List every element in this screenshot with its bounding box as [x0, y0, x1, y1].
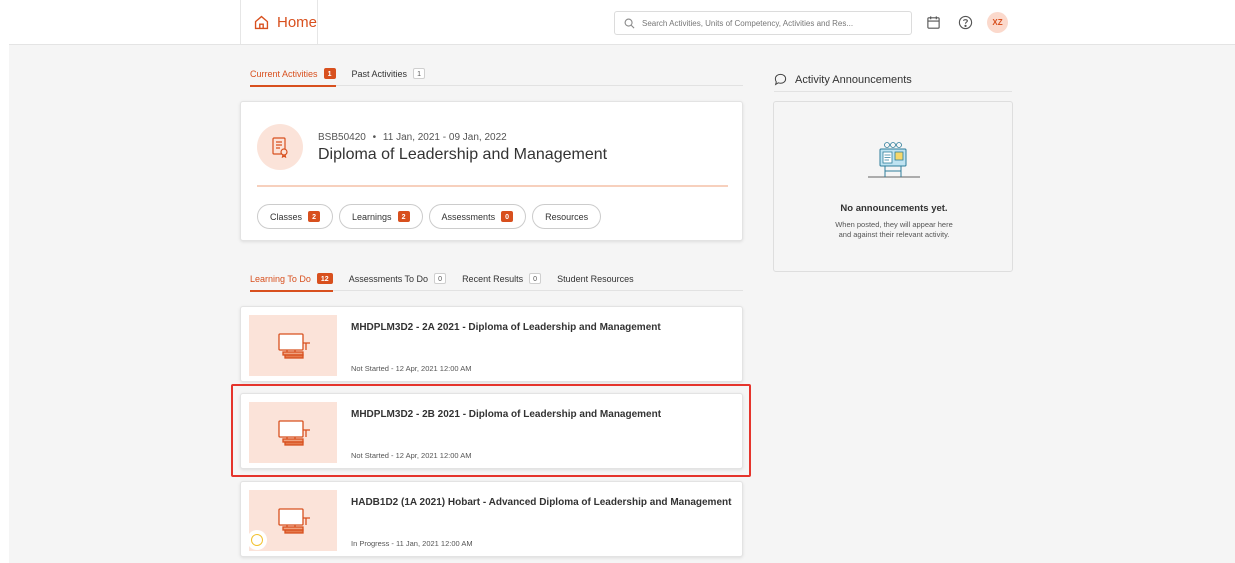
search-input[interactable]: Search Activities, Units of Competency, …	[614, 11, 912, 35]
pill-label: Resources	[545, 211, 589, 222]
count-badge: 1	[413, 68, 426, 79]
tab-learning-to-do[interactable]: Learning To Do 12	[250, 267, 333, 292]
pill-label: Assessments	[441, 211, 496, 222]
activity-title: MHDPLM3D2 - 2A 2021 - Diploma of Leaders…	[351, 322, 661, 333]
divider	[257, 185, 728, 187]
tab-label: Past Activities	[351, 68, 408, 79]
tab-label: Assessments To Do	[348, 273, 429, 284]
activity-status: In Progress - 11 Jan, 2021 12:00 AM	[351, 539, 473, 548]
tab-label: Learning To Do	[250, 273, 311, 284]
computer-books-icon	[278, 332, 310, 359]
top-bar: Home Search Activities, Units of Compete…	[0, 0, 1235, 44]
course-pills: Classes 2 Learnings 2 Assessments 0 Reso…	[257, 204, 607, 229]
tab-student-resources[interactable]: Student Resources	[557, 267, 634, 291]
count-badge: 2	[397, 211, 410, 222]
tab-assessments-to-do[interactable]: Assessments To Do 0	[348, 267, 447, 291]
count-badge: 0	[434, 273, 447, 284]
tab-label: Student Resources	[557, 273, 634, 284]
home-icon	[254, 15, 269, 29]
learnings-pill[interactable]: Learnings 2	[339, 204, 423, 229]
activity-thumbnail	[249, 315, 337, 376]
announcements-panel: No announcements yet. When posted, they …	[773, 101, 1013, 272]
tab-past-activities[interactable]: Past Activities 1	[352, 62, 426, 86]
count-badge: 1	[323, 68, 336, 79]
progress-icon	[247, 530, 267, 550]
activity-card[interactable]: MHDPLM3D2 - 2A 2021 - Diploma of Leaders…	[240, 306, 743, 382]
help-button[interactable]	[957, 14, 974, 31]
announcements-header: Activity Announcements	[774, 68, 1012, 92]
count-badge: 0	[529, 273, 542, 284]
search-placeholder: Search Activities, Units of Competency, …	[642, 18, 854, 28]
tab-label: Recent Results	[462, 273, 524, 284]
course-card[interactable]: BSB50420 • 11 Jan, 2021 - 09 Jan, 2022 D…	[240, 101, 743, 241]
course-title: Diploma of Leadership and Management	[318, 146, 608, 163]
chat-bubble-icon	[774, 73, 787, 86]
activity-card[interactable]: HADB1D2 (1A 2021) Hobart - Advanced Dipl…	[240, 481, 743, 557]
empty-state-text: When posted, they will appear here and a…	[774, 220, 1014, 240]
separator: •	[372, 132, 377, 143]
tab-label: Current Activities	[250, 68, 318, 79]
activity-title: HADB1D2 (1A 2021) Hobart - Advanced Dipl…	[351, 497, 732, 508]
home-label: Home	[276, 13, 317, 31]
announcements-heading: Activity Announcements	[795, 73, 912, 86]
tab-recent-results[interactable]: Recent Results 0	[462, 267, 542, 291]
empty-state-line: and against their relevant activity.	[838, 230, 950, 239]
calendar-icon	[927, 16, 940, 29]
count-badge: 12	[316, 273, 333, 284]
assessments-pill[interactable]: Assessments 0	[428, 204, 527, 229]
announcement-board-icon	[868, 142, 920, 178]
certificate-icon	[257, 124, 303, 170]
avatar[interactable]: XZ	[987, 12, 1008, 33]
home-link[interactable]: Home	[240, 0, 318, 44]
computer-books-icon	[278, 507, 310, 534]
empty-state-line: When posted, they will appear here	[835, 220, 953, 229]
todo-tabs: Learning To Do 12 Assessments To Do 0 Re…	[250, 267, 743, 292]
pill-label: Classes	[270, 211, 303, 222]
count-badge: 2	[308, 211, 321, 222]
help-icon	[958, 15, 973, 30]
classes-pill[interactable]: Classes 2	[257, 204, 334, 229]
course-code: BSB50420	[318, 132, 366, 143]
activity-tabs: Current Activities 1 Past Activities 1	[250, 62, 743, 87]
activity-status: Not Started - 12 Apr, 2021 12:00 AM	[351, 364, 472, 373]
count-badge: 0	[501, 211, 514, 222]
tab-current-activities[interactable]: Current Activities 1	[250, 62, 336, 87]
empty-state-title: No announcements yet.	[840, 203, 948, 214]
pill-label: Learnings	[352, 211, 392, 222]
selection-highlight	[231, 384, 751, 477]
resources-pill[interactable]: Resources	[532, 204, 602, 229]
calendar-button[interactable]	[925, 14, 942, 31]
search-icon	[624, 18, 635, 28]
course-meta: BSB50420 • 11 Jan, 2021 - 09 Jan, 2022	[318, 132, 507, 143]
course-dates: 11 Jan, 2021 - 09 Jan, 2022	[382, 132, 507, 143]
